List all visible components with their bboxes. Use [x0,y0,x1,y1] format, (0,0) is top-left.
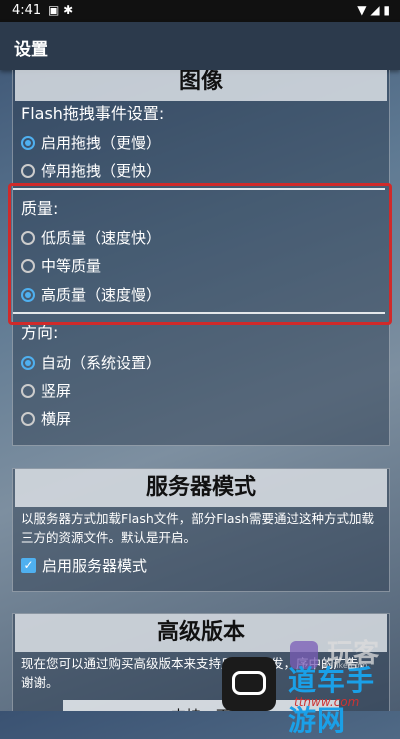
server-mode-panel: 服务器模式 以服务器方式加载Flash文件，部分Flash需要通过这种方式加载三… [12,468,390,592]
daoche-logo-icon [222,657,276,711]
option-auto-orientation[interactable]: 自动（系统设置） [21,350,161,376]
checkbox-checked-icon[interactable]: ✓ [21,558,36,573]
bug-icon: ✱ [63,3,74,17]
daoche-watermark: 道车手游网 ttnww.com [222,655,400,737]
page-title: 设置 [14,40,48,60]
checkbox-label: 启用服务器模式 [42,557,148,575]
daoche-url: ttnww.com [294,695,360,709]
option-portrait[interactable]: 竖屏 [21,378,71,404]
signal-icon: ◢ [370,3,380,17]
flash-drag-title: Flash拖拽事件设置: [21,104,165,123]
server-mode-header: 服务器模式 [15,469,387,507]
quality-highlight-box [8,183,392,325]
radio-unchecked-icon[interactable] [21,383,35,398]
app-bar: 设置 [0,22,400,70]
image-panel-header: 图像 [15,70,387,101]
option-landscape[interactable]: 横屏 [21,406,71,432]
radio-checked-icon[interactable] [21,355,35,370]
server-mode-description: 以服务器方式加载Flash文件，部分Flash需要通过这种方式加载三方的资源文件… [21,511,375,545]
notification-icon: ▣ [48,3,60,17]
option-disable-drag[interactable]: 停用拖拽（更快） [21,158,161,184]
option-label: 启用拖拽（更慢） [41,134,162,152]
radio-unchecked-icon[interactable] [21,411,35,426]
status-right-icons: ▼ ◢ ▮ [357,3,390,17]
status-time: 4:41 [12,3,42,18]
wifi-icon: ▼ [357,3,367,17]
option-label: 竖屏 [41,382,72,400]
option-label: 停用拖拽（更快） [41,162,162,180]
radio-checked-icon[interactable] [21,135,35,150]
server-mode-checkbox-row[interactable]: ✓ 启用服务器模式 [21,553,147,579]
status-left-icons: ▣ ✱ [48,3,73,17]
option-label: 横屏 [41,410,72,428]
option-enable-drag[interactable]: 启用拖拽（更慢） [21,130,161,156]
radio-unchecked-icon[interactable] [21,163,35,178]
status-bar: 4:41 ▣ ✱ ▼ ◢ ▮ [0,0,400,22]
settings-content[interactable]: 图像 Flash拖拽事件设置: 启用拖拽（更慢） 停用拖拽（更快） 质量: 低质… [0,70,400,711]
option-label: 自动（系统设置） [41,354,162,372]
battery-icon: ▮ [383,3,390,17]
